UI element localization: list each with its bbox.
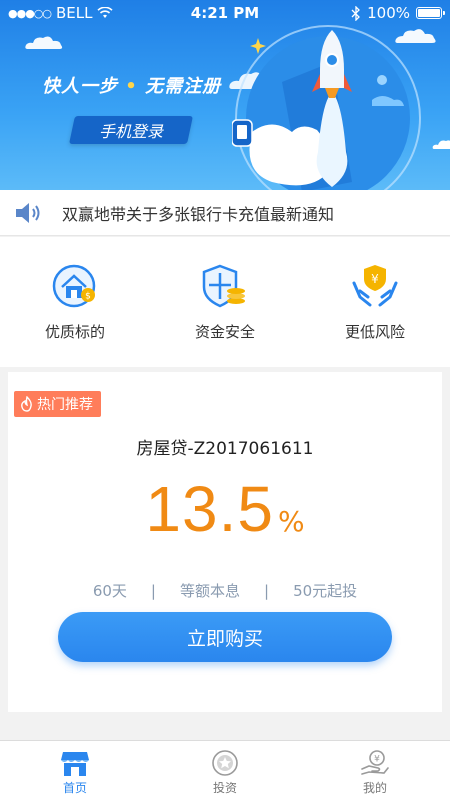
house-money-icon: $	[52, 264, 96, 308]
hands-shield-icon: ¥	[352, 265, 398, 307]
feature-label: 优质标的	[44, 323, 105, 341]
notice-text[interactable]: 双赢地带关于多张银行卡充值最新通知	[62, 201, 334, 225]
tab-invest[interactable]: 投资	[150, 741, 300, 800]
phone-login-button[interactable]: 手机登录	[69, 116, 193, 144]
cloud-icon	[432, 140, 450, 149]
divider: |	[264, 581, 270, 600]
signal-icon: ●●●○○	[8, 6, 52, 20]
card-top-strip	[8, 372, 442, 388]
tab-mine[interactable]: ¥ 我的	[300, 741, 450, 800]
repayment-method: 等额本息	[179, 582, 240, 600]
svg-text:¥: ¥	[374, 755, 380, 765]
feature-row: $ 优质标的 资金安全 ¥ 更低风险	[0, 237, 450, 367]
svg-text:¥: ¥	[371, 272, 379, 286]
feature-fund-safety[interactable]: 资金安全	[150, 237, 300, 367]
product-name: 房屋贷-Z2017061611	[136, 439, 314, 459]
battery-icon	[416, 7, 445, 19]
product-terms: 60天 | 等额本息 | 50元起投	[8, 580, 442, 601]
feature-label: 资金安全	[194, 323, 255, 341]
divider: |	[150, 581, 156, 600]
tab-label: 我的	[362, 781, 387, 795]
wifi-icon	[97, 7, 114, 18]
tab-label: 投资	[212, 781, 237, 795]
flame-icon	[21, 396, 32, 412]
feature-lower-risk[interactable]: ¥ 更低风险	[300, 237, 450, 367]
cloud-icon	[25, 36, 63, 49]
product-card[interactable]: 热门推荐 房屋贷-Z2017061611 13.5% 60天 | 等额本息 | …	[8, 388, 442, 712]
bluetooth-icon	[351, 5, 361, 21]
carrier-label: BELL	[56, 4, 93, 22]
tab-label: 首页	[62, 781, 87, 795]
rocket-illustration	[232, 25, 421, 190]
feature-label: 更低风险	[344, 323, 405, 341]
hand-coin-icon: ¥	[361, 750, 389, 775]
svg-text:$: $	[85, 292, 91, 302]
min-investment: 50元起投	[293, 582, 358, 600]
rate-value: 13.5	[145, 473, 274, 545]
annual-rate: 13.5%	[8, 472, 442, 546]
store-icon	[61, 752, 89, 776]
bottom-tab-bar: 首页 投资 ¥ 我的	[0, 740, 450, 800]
speaker-icon	[16, 202, 40, 223]
tab-home[interactable]: 首页	[0, 741, 150, 800]
rate-unit: %	[277, 505, 305, 538]
coin-icon	[212, 750, 238, 776]
shield-coins-icon	[202, 264, 245, 308]
feature-quality-assets[interactable]: $ 优质标的	[0, 237, 150, 367]
term-duration: 60天	[92, 582, 127, 600]
clock: 4:21 PM	[190, 4, 260, 22]
battery-percent: 100%	[367, 4, 410, 22]
buy-now-button[interactable]: 立即购买	[58, 612, 392, 662]
banner-slogan: 快人一步 • 无需注册	[42, 76, 222, 97]
promo-banner[interactable]: ●●●○○ BELL 4:21 PM 100% 快人一步 • 无需注册 手机登录	[0, 0, 450, 190]
notice-bar[interactable]: 双赢地带关于多张银行卡充值最新通知	[0, 190, 450, 236]
hot-recommend-badge: 热门推荐	[14, 391, 101, 417]
